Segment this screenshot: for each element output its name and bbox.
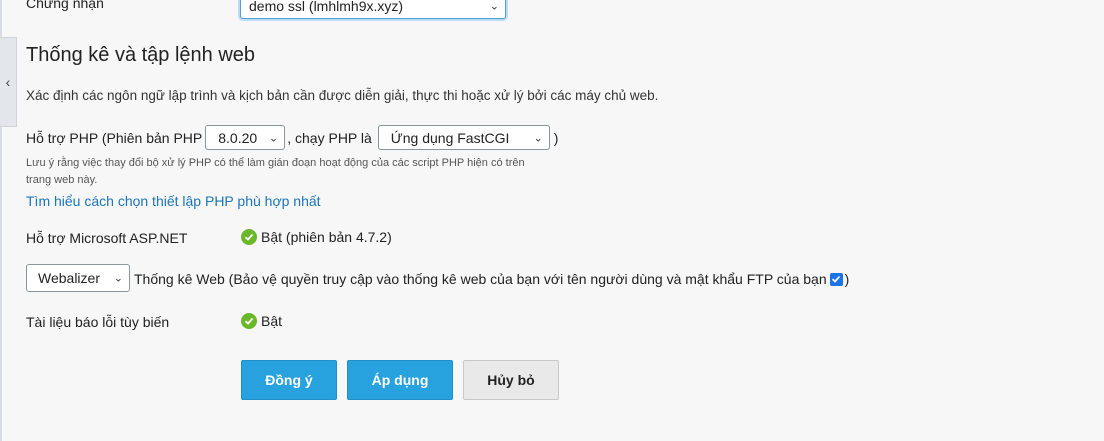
php-handler-note: Lưu ý rằng việc thay đổi bộ xử lý PHP có… [26, 157, 525, 186]
check-circle-icon [241, 313, 257, 329]
php-support-label: Hỗ trợ PHP (Phiên bản PHP [26, 129, 203, 146]
web-stats-select[interactable]: Webalizer ⌄ [26, 264, 130, 292]
php-run-as-label: , chạy PHP là [287, 129, 372, 146]
php-version-select[interactable]: 8.0.20 ⌄ [205, 125, 286, 150]
section-description: Xác định các ngôn ngữ lập trình và kịch … [26, 88, 659, 103]
apply-button[interactable]: Áp dụng [347, 360, 453, 400]
web-stats-row: Thống kê Web (Bảo vệ quyền truy cập vào … [134, 271, 849, 287]
php-handler-select[interactable]: Ứng dụng FastCGI ⌄ [377, 125, 550, 150]
error-docs-status-text: Bật [261, 313, 283, 329]
web-stats-value: Webalizer [38, 270, 100, 286]
php-support-row: Hỗ trợ PHP (Phiên bản PHP 8.0.20 ⌄ , chạ… [26, 125, 558, 150]
php-row-close-paren: ) [553, 129, 559, 146]
check-circle-icon [241, 229, 257, 245]
error-docs-label: Tài liệu báo lỗi tùy biến [26, 314, 170, 330]
certificate-select[interactable]: demo ssl (lmhlmh9x.xyz) ⌄ [240, 0, 506, 19]
php-version-value: 8.0.20 [218, 129, 258, 146]
ok-button[interactable]: Đồng ý [241, 360, 337, 400]
chevron-left-icon: ‹ [5, 74, 11, 90]
web-stats-close-paren: ) [844, 271, 850, 287]
php-handler-value: Ứng dụng FastCGI [390, 129, 510, 146]
web-stats-label: Thống kê Web (Bảo vệ quyền truy cập vào … [134, 271, 827, 287]
chevron-down-icon: ⌄ [113, 272, 123, 285]
certificate-label: Chứng nhận [26, 0, 104, 11]
aspnet-label: Hỗ trợ Microsoft ASP.NET [26, 230, 188, 246]
sidebar-collapse-button[interactable]: ‹ [0, 37, 17, 127]
certificate-select-value: demo ssl (lmhlmh9x.xyz) [249, 0, 404, 14]
error-docs-status: Bật [241, 313, 282, 329]
chevron-down-icon: ⌄ [533, 132, 543, 144]
aspnet-status: Bật (phiên bản 4.7.2) [241, 229, 392, 245]
cancel-button[interactable]: Hủy bỏ [463, 360, 559, 400]
aspnet-status-text: Bật (phiên bản 4.7.2) [261, 229, 392, 245]
php-learn-more-link[interactable]: Tìm hiểu cách chọn thiết lập PHP phù hợp… [26, 193, 321, 209]
chevron-down-icon: ⌄ [269, 132, 279, 144]
chevron-down-icon: ⌄ [489, 0, 499, 12]
section-title: Thống kê và tập lệnh web [26, 44, 256, 66]
web-stats-protect-checkbox[interactable] [829, 272, 843, 286]
